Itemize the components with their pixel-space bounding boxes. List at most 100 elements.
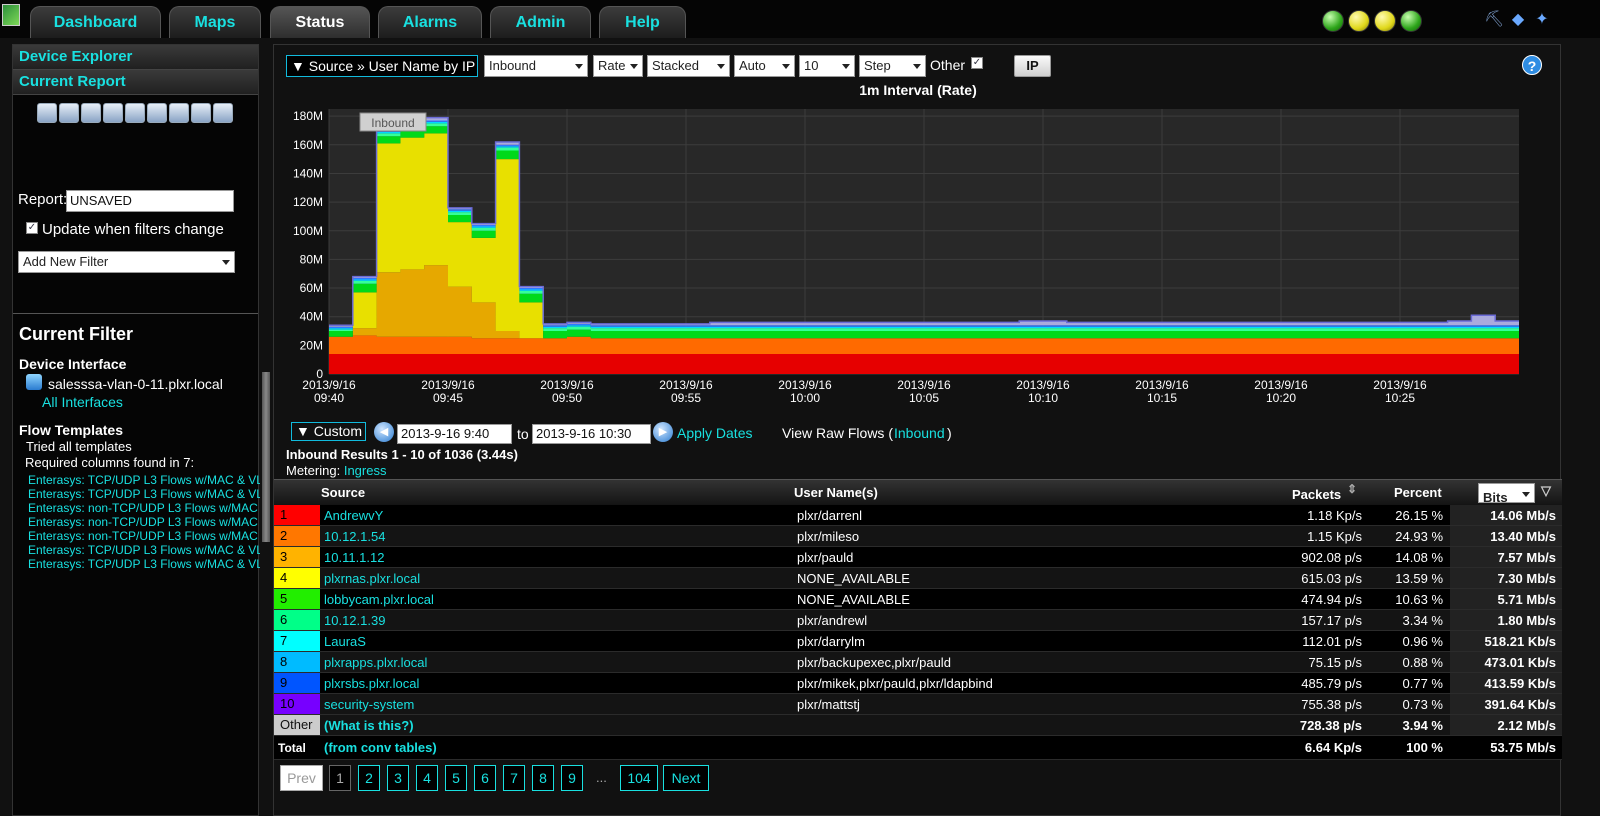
page-button[interactable]: 1 <box>329 765 351 791</box>
date-from-input[interactable]: 2013-9-16 9:40 <box>397 424 512 444</box>
all-interfaces-link[interactable]: All Interfaces <box>42 394 123 410</box>
template-link[interactable]: Enterasys: TCP/UDP L3 Flows w/MAC & VLA <box>28 543 260 557</box>
table-row[interactable]: 6 10.12.1.39 plxr/andrewl 157.17 p/s 3.34 % 1… <box>274 610 1562 631</box>
pdf-icon[interactable] <box>213 103 233 123</box>
tab-status[interactable]: Status <box>270 6 370 38</box>
binoculars-icon[interactable]: ⛏ <box>1484 10 1504 30</box>
table-row[interactable]: 5 lobbycam.plxr.local NONE_AVAILABLE 474.94… <box>274 589 1562 610</box>
page-button[interactable]: 8 <box>532 765 554 791</box>
device-explorer-header[interactable]: Device Explorer <box>13 45 258 70</box>
col-packets[interactable]: Packets <box>1292 487 1341 502</box>
page-button[interactable]: 5 <box>445 765 467 791</box>
panel-splitter[interactable] <box>262 372 270 542</box>
template-link[interactable]: Enterasys: TCP/UDP L3 Flows w/MAC & VLA <box>28 487 260 501</box>
source-link[interactable]: plxrsbs.plxr.local <box>324 676 419 691</box>
date-to-input[interactable]: 2013-9-16 10:30 <box>532 424 651 444</box>
next-range-icon[interactable]: ▶ <box>653 422 673 442</box>
copy-icon[interactable] <box>191 103 211 123</box>
page-button[interactable]: 3 <box>387 765 409 791</box>
print-icon[interactable] <box>125 103 145 123</box>
status-green-icon[interactable] <box>1400 10 1422 32</box>
direction-select[interactable]: Inbound <box>484 55 588 77</box>
template-link[interactable]: Enterasys: non-TCP/UDP L3 Flows w/MAC & <box>28 529 260 543</box>
app-logo-icon[interactable] <box>2 4 20 26</box>
tab-dashboard[interactable]: Dashboard <box>30 6 161 38</box>
measure-select[interactable]: Rate <box>593 55 643 77</box>
template-link[interactable]: Enterasys: TCP/UDP L3 Flows w/MAC & VLA <box>28 473 260 487</box>
page-button[interactable]: 2 <box>358 765 380 791</box>
source-link[interactable]: 10.11.1.12 <box>324 550 384 565</box>
tab-alarms[interactable]: Alarms <box>378 6 482 38</box>
source-link[interactable]: lobbycam.plxr.local <box>324 592 434 607</box>
series-area-1[interactable] <box>329 353 1519 374</box>
count-select[interactable]: 10 <box>799 55 855 77</box>
source-link[interactable]: plxrapps.plxr.local <box>324 655 427 670</box>
email-icon[interactable] <box>169 103 189 123</box>
status-yellow-icon[interactable] <box>1374 10 1396 32</box>
col-source[interactable]: Source <box>321 485 365 500</box>
export-icon[interactable] <box>147 103 167 123</box>
source-link[interactable]: LauraS <box>324 634 366 649</box>
page-button[interactable]: 9 <box>561 765 583 791</box>
table-row[interactable]: 1 AndrewvY plxr/darrenl 1.18 Kp/s 26.15 % 14.… <box>274 505 1562 526</box>
source-link[interactable]: 10.12.1.54 <box>324 529 385 544</box>
template-link[interactable]: Enterasys: non-TCP/UDP L3 Flows w/MAC & <box>28 501 260 515</box>
source-link[interactable]: security-system <box>324 697 414 712</box>
save-icon[interactable] <box>59 103 79 123</box>
last-page-button[interactable]: 104 <box>620 765 658 791</box>
prev-range-icon[interactable]: ◀ <box>374 422 394 442</box>
edit-icon[interactable] <box>37 103 57 123</box>
tools-icon[interactable]: ✦ <box>1532 10 1552 30</box>
info-icon[interactable]: ◆ <box>1508 10 1528 30</box>
col-percent[interactable]: Percent <box>1394 485 1442 500</box>
table-row[interactable]: 9 plxrsbs.plxr.local plxr/mikek,plxr/pauld… <box>274 673 1562 694</box>
line-select[interactable]: Step <box>859 55 926 77</box>
sort-icon[interactable]: ⇕ <box>1347 482 1357 496</box>
source-link[interactable]: plxrnas.plxr.local <box>324 571 420 586</box>
template-link[interactable]: Enterasys: non-TCP/UDP L3 Flows w/MAC & <box>28 515 260 529</box>
apply-dates-button[interactable]: Apply Dates <box>677 425 752 441</box>
units-select[interactable]: Bits <box>1478 483 1535 505</box>
col-user[interactable]: User Name(s) <box>794 485 878 500</box>
table-row[interactable]: 2 10.12.1.54 plxr/mileso 1.15 Kp/s 24.93 % 13… <box>274 526 1562 547</box>
column-menu-icon[interactable]: ▽ <box>1541 483 1551 499</box>
source-dropdown[interactable]: ▼ Source » User Name by IP <box>286 55 478 77</box>
save-as-icon[interactable] <box>81 103 101 123</box>
table-row[interactable]: 10 security-system plxr/mattstj 755.38 p/s 0… <box>274 694 1562 715</box>
schedule-icon[interactable] <box>103 103 123 123</box>
update-checkbox[interactable]: ✓ <box>26 222 38 234</box>
status-green-icon[interactable] <box>1322 10 1344 32</box>
tab-help[interactable]: Help <box>599 6 686 38</box>
tab-maps[interactable]: Maps <box>169 6 261 38</box>
metering-link[interactable]: Ingress <box>344 463 387 478</box>
style-select[interactable]: Stacked <box>647 55 730 77</box>
help-icon[interactable]: ? <box>1522 55 1542 75</box>
page-button[interactable]: 7 <box>503 765 525 791</box>
next-button[interactable]: Next <box>663 765 709 791</box>
tab-admin[interactable]: Admin <box>490 6 591 38</box>
ip-button[interactable]: IP <box>1014 55 1051 77</box>
add-filter-select[interactable]: Add New Filter <box>18 251 235 273</box>
scale-select[interactable]: Auto <box>734 55 795 77</box>
template-link[interactable]: Enterasys: TCP/UDP L3 Flows w/MAC & VLA <box>28 557 260 571</box>
custom-range-dropdown[interactable]: ▼ Custom <box>291 422 366 441</box>
source-link[interactable]: AndrewvY <box>324 508 383 523</box>
status-yellow-icon[interactable] <box>1348 10 1370 32</box>
table-row[interactable]: 3 10.11.1.12 plxr/pauld 902.08 p/s 14.08 % 7.… <box>274 547 1562 568</box>
table-row[interactable]: 4 plxrnas.plxr.local NONE_AVAILABLE 615.03 … <box>274 568 1562 589</box>
current-report-header[interactable]: Current Report <box>13 70 258 95</box>
other-source[interactable]: (What is this?) <box>324 718 414 733</box>
rank-swatch: 7 <box>274 631 320 651</box>
source-link[interactable]: 10.12.1.39 <box>324 613 385 628</box>
page-button[interactable]: 4 <box>416 765 438 791</box>
page-button[interactable]: 6 <box>474 765 496 791</box>
table-row[interactable]: 8 plxrapps.plxr.local plxr/backupexec,plxr… <box>274 652 1562 673</box>
prev-button[interactable]: Prev <box>280 765 323 791</box>
report-name-input[interactable]: UNSAVED <box>66 190 234 212</box>
scale-value: Auto <box>739 58 766 73</box>
chevron-down-icon <box>717 64 725 69</box>
table-row[interactable]: 7 LauraS plxr/darrylm 112.01 p/s 0.96 % 518.2… <box>274 631 1562 652</box>
other-checkbox[interactable]: ✓ <box>971 57 983 69</box>
other-label[interactable]: Other <box>274 715 320 735</box>
raw-flows-link[interactable]: Inbound <box>894 425 945 441</box>
